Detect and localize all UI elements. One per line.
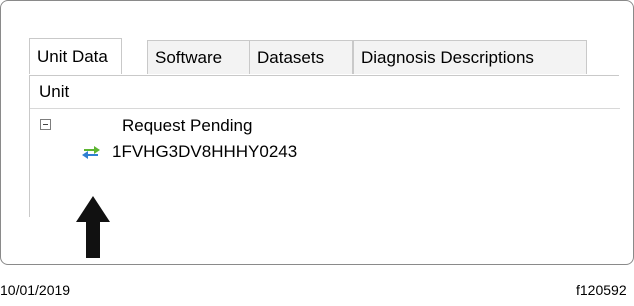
group-label: Request Pending [122, 116, 253, 135]
tab-label: Diagnosis Descriptions [361, 48, 534, 67]
tab-datasets[interactable]: Datasets [249, 40, 353, 74]
group-row-request-pending[interactable]: Request Pending [30, 113, 620, 139]
unit-data-panel: Unit Request Pending 1FVHG3DV8HHHY0243 [29, 75, 620, 217]
tab-label: Software [155, 48, 223, 67]
tab-diagnosis-descriptions[interactable]: Diagnosis Descriptions [353, 40, 587, 74]
footer-date: 10/01/2019 [0, 282, 71, 298]
column-header-label: Unit [39, 82, 70, 101]
figure-id: f120592 [576, 282, 627, 298]
unit-vin-label: 1FVHG3DV8HHHY0243 [112, 142, 298, 161]
tab-software[interactable]: Software [147, 40, 250, 74]
tab-label: Datasets [257, 48, 325, 67]
up-arrow-icon [76, 196, 110, 258]
column-header-unit[interactable]: Unit [30, 75, 620, 109]
tab-strip: Unit Data Software Datasets Diagnosis De… [29, 38, 619, 76]
tab-label: Unit Data [37, 47, 108, 66]
tab-unit-data[interactable]: Unit Data [29, 38, 122, 74]
unit-row[interactable]: 1FVHG3DV8HHHY0243 [30, 139, 620, 165]
sync-arrows-icon [82, 146, 100, 159]
collapse-toggle-icon[interactable] [40, 119, 51, 130]
